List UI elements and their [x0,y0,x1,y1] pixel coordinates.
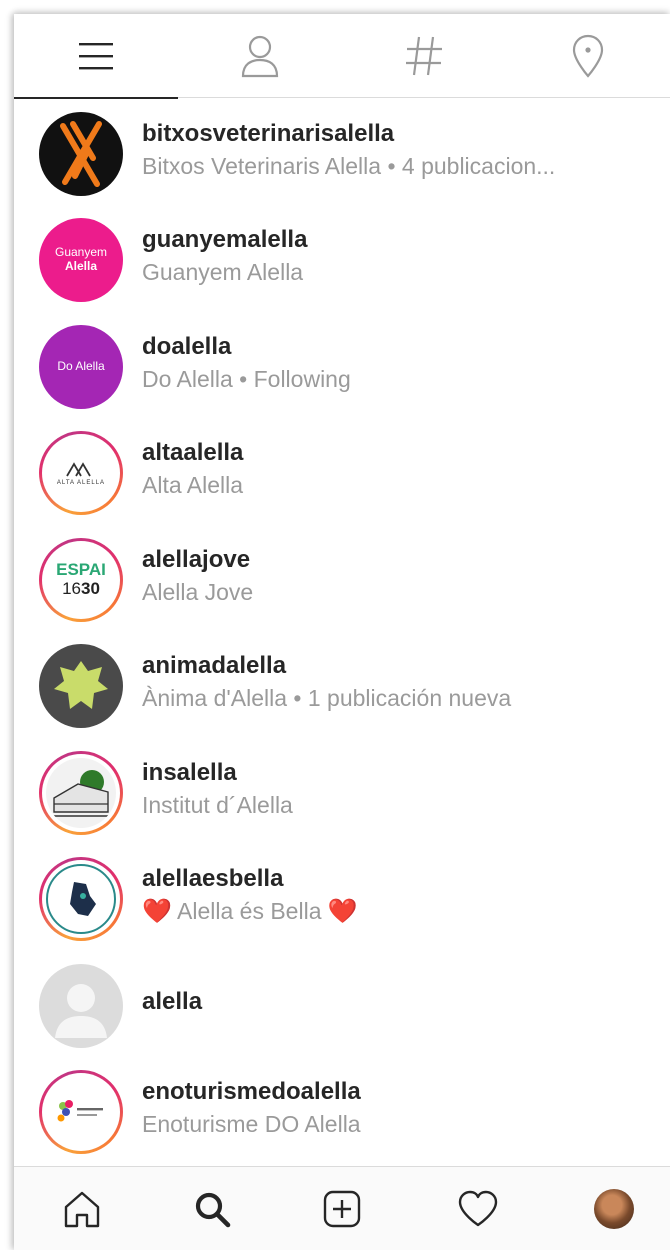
tab-people[interactable] [178,14,342,98]
avatar [39,1070,123,1154]
tab-tags[interactable] [342,14,506,98]
menu-lines-icon [79,43,113,70]
avatar: ALTA ALELLA [39,431,123,515]
default-avatar-icon [55,984,107,1038]
plus-square-icon [323,1190,361,1228]
username: guanyemalella [142,226,308,253]
result-row[interactable]: alellaesbella ❤️ Alella és Bella ❤️ [14,844,670,950]
person-icon [241,35,279,78]
username: alellaesbella [142,865,284,892]
subtitle: Institut d´Alella [142,792,293,818]
username: enoturismedoalella [142,1078,361,1105]
subtitle: ❤️ Alella és Bella ❤️ [142,898,358,925]
school-building-icon [50,770,112,817]
tab-top[interactable] [14,14,178,99]
heart-emoji-icon: ❤️ [327,898,358,925]
username: alella [142,988,203,1015]
subtitle: Do Alella • Following [142,366,351,392]
avatar [39,857,123,941]
result-row[interactable]: ALTA ALELLA altaalella Alta Alella [14,418,670,524]
subtitle: Enoturisme DO Alella [142,1111,361,1137]
username: insalella [142,759,237,786]
map-logo-icon [70,882,96,916]
result-row[interactable]: Do Alella doalella Do Alella • Following [14,312,670,418]
app-screen: bitxosveterinarisalella Bitxos Veterinar… [14,14,670,1250]
hashtag-icon [406,36,442,76]
home-icon [64,1191,100,1228]
avatar [39,964,123,1048]
subtitle: Bitxos Veterinaris Alella • 4 publicacio… [142,153,556,179]
result-row[interactable]: ESPAI 1630 alellajove Alella Jove [14,525,670,631]
bitxos-logo-icon [60,121,102,187]
avatar: Do Alella [39,325,123,409]
subtitle: Alta Alella [142,472,244,498]
heart-emoji-icon: ❤️ [142,898,172,925]
subtitle: Guanyem Alella [142,259,304,285]
subtitle: Alella Jove [142,579,254,605]
enoturisme-logo-icon [57,1100,103,1122]
mountains-logo-icon [66,461,91,476]
result-row[interactable]: insalella Institut d´Alella [14,738,670,844]
result-row[interactable]: bitxosveterinarisalella Bitxos Veterinar… [14,99,670,205]
result-row[interactable]: enoturismedoalella Enoturisme DO Alella [14,1057,670,1163]
nav-search[interactable] [172,1167,252,1250]
profile-avatar [594,1189,634,1229]
avatar [39,644,123,728]
search-category-tabs [14,14,670,99]
username: alellajove [142,546,251,573]
leaf-logo-icon [54,661,108,709]
avatar: ESPAI 1630 [39,538,123,622]
tab-places[interactable] [506,14,670,98]
nav-new-post[interactable] [302,1167,382,1250]
username: doalella [142,333,232,360]
result-row[interactable]: animadalella Ànima d'Alella • 1 publicac… [14,631,670,737]
nav-activity[interactable] [438,1167,518,1250]
location-pin-icon [572,34,604,78]
subtitle: Ànima d'Alella • 1 publicación nueva [142,685,512,711]
avatar: Guanyem Alella [39,218,123,302]
username: animadalella [142,652,287,679]
username: bitxosveterinarisalella [142,120,395,147]
heart-icon [458,1190,498,1227]
username: altaalella [142,439,244,466]
bottom-navigation [14,1166,670,1250]
search-icon [195,1192,231,1228]
result-row[interactable]: Guanyem Alella guanyemalella Guanyem Alel… [14,205,670,311]
avatar [39,112,123,196]
avatar [39,751,123,835]
nav-home[interactable] [42,1167,122,1250]
nav-profile[interactable] [574,1167,654,1250]
result-row[interactable]: alella [14,951,670,1057]
